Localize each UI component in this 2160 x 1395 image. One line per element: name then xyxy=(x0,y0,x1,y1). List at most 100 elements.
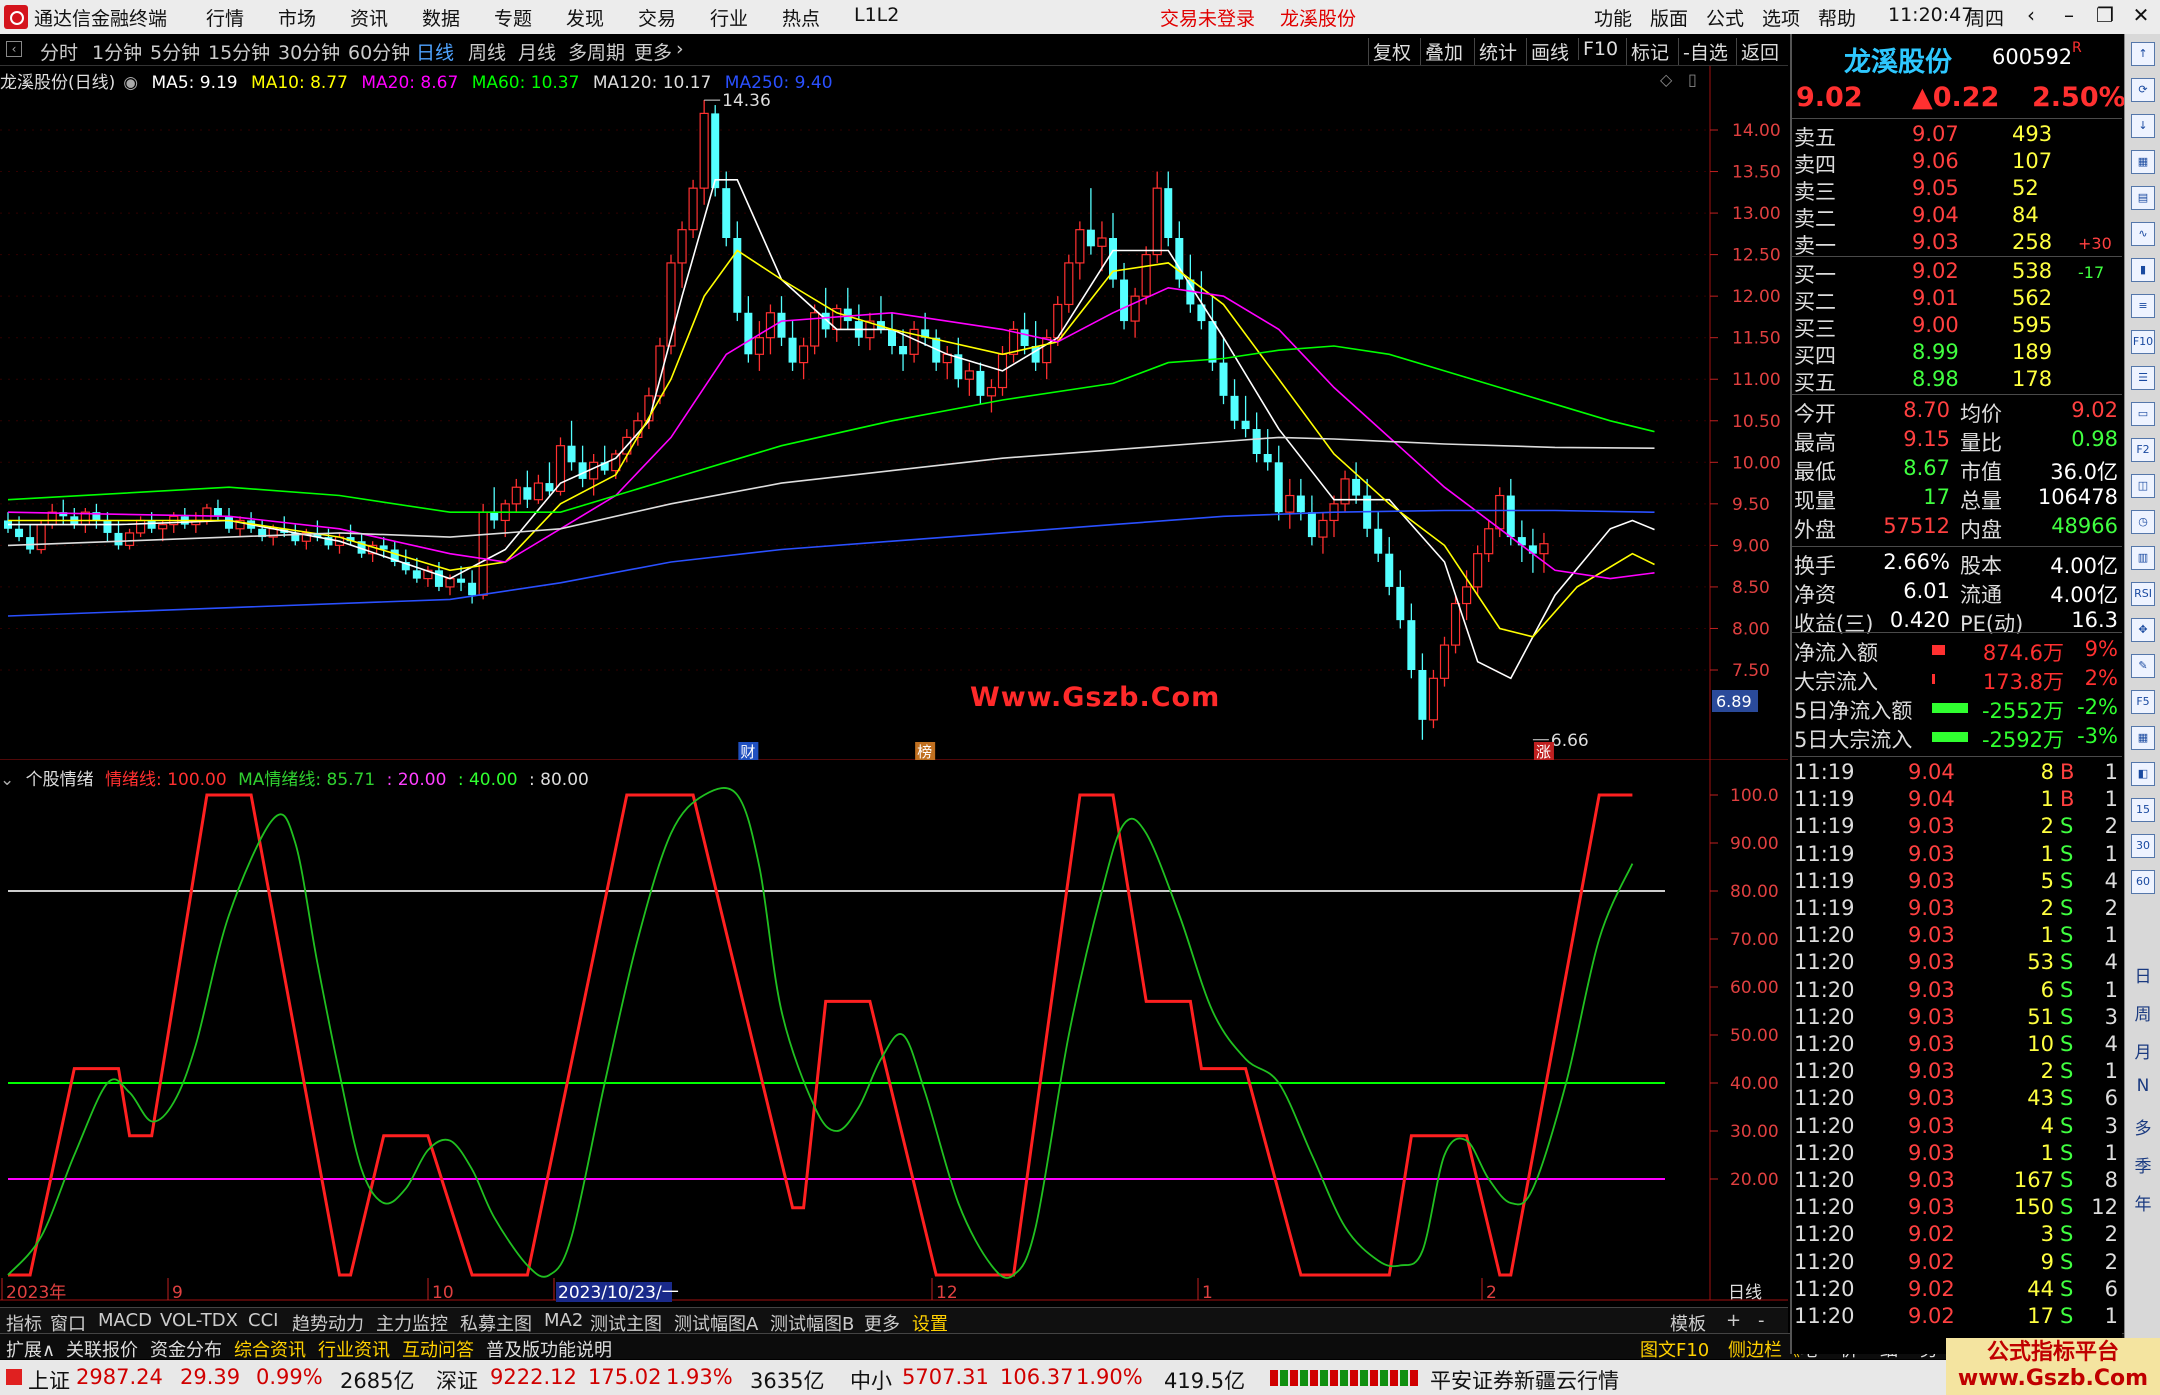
tick-row[interactable]: 11:20 9.03 51 S 3 xyxy=(1792,1005,2122,1032)
tick-row[interactable]: 11:20 9.02 44 S 6 xyxy=(1792,1277,2122,1304)
tool-zixuan[interactable]: -自选 xyxy=(1678,38,1732,65)
period-multi[interactable]: 多周期 xyxy=(568,38,625,65)
remove-window-button[interactable]: - xyxy=(1758,1310,1765,1331)
doc-icon[interactable]: ▭ xyxy=(2131,402,2155,426)
period-60min[interactable]: 60分钟 xyxy=(348,38,410,65)
ask-row[interactable]: 卖二 9.04 84 xyxy=(1792,203,2122,231)
ask-row[interactable]: 卖五 9.07 493 xyxy=(1792,122,2122,150)
F5-icon[interactable]: F5 xyxy=(2131,690,2155,714)
table-icon[interactable]: ▦ xyxy=(2131,150,2155,174)
chart-icon[interactable]: ▤ xyxy=(2131,186,2155,210)
tool-fanhui[interactable]: 返回 xyxy=(1736,38,1783,65)
period-30min[interactable]: 30分钟 xyxy=(278,38,340,65)
tick-row[interactable]: 11:20 9.03 53 S 4 xyxy=(1792,950,2122,977)
stock-header[interactable]: 龙溪股份 600592 R xyxy=(1792,40,2122,78)
up-arrow-icon[interactable]: ↑ xyxy=(2131,42,2155,66)
event-mark[interactable]: 榜 xyxy=(915,742,936,760)
stat-row[interactable]: 换手 2.66% 股本 4.00亿 xyxy=(1792,550,2122,578)
period-fenshi[interactable]: 分时 xyxy=(40,38,78,65)
tool-diejia[interactable]: 叠加 xyxy=(1420,38,1467,65)
clock-icon[interactable]: ◷ xyxy=(2131,510,2155,534)
tick-row[interactable]: 11:20 9.02 17 S 1 xyxy=(1792,1304,2122,1331)
broker-name[interactable]: 平安证券新疆云行情 xyxy=(1430,1365,1619,1395)
collapse-down-icon[interactable]: ⌄ xyxy=(0,770,14,790)
collapse-icon[interactable]: ‹ xyxy=(6,41,22,57)
tick-row[interactable]: 11:20 9.03 150 S 12 xyxy=(1792,1195,2122,1222)
side-period-1[interactable]: 周 xyxy=(2125,1000,2160,1025)
tick-row[interactable]: 11:20 9.03 6 S 1 xyxy=(1792,978,2122,1005)
15-icon[interactable]: 15 xyxy=(2131,798,2155,822)
tick-row[interactable]: 11:19 9.04 1 B 1 xyxy=(1792,787,2122,814)
flow-row[interactable]: 大宗流入 173.8万 2% xyxy=(1792,666,2122,694)
stat-row[interactable]: 外盘 57512 内盘 48966 xyxy=(1792,514,2122,542)
stat-row[interactable]: 最高 9.15 量比 0.98 xyxy=(1792,427,2122,455)
tab-pujiban[interactable]: 普及版功能说明 xyxy=(486,1336,612,1362)
add-window-button[interactable]: + xyxy=(1726,1310,1741,1331)
tick-row[interactable]: 11:20 9.03 1 S 1 xyxy=(1792,923,2122,950)
tick-row[interactable]: 11:20 9.03 10 S 4 xyxy=(1792,1032,2122,1059)
menu-xuanxiang[interactable]: 选项 xyxy=(1762,4,1800,31)
sh-index-label[interactable]: 上证 xyxy=(28,1365,70,1395)
trade-login-status[interactable]: 交易未登录 xyxy=(1160,4,1255,31)
side-period-3[interactable]: N xyxy=(2125,1076,2160,1096)
zx-index-label[interactable]: 中小 xyxy=(850,1365,892,1395)
event-mark[interactable]: 涨 xyxy=(1533,742,1554,760)
tick-row[interactable]: 11:20 9.03 1 S 1 xyxy=(1792,1141,2122,1168)
kline-chart[interactable]: 14.00 13.50 13.00 12.50 12.00 11.50 11.00 10.50… xyxy=(0,66,1788,760)
tab-zijinfenbu[interactable]: 资金分布 xyxy=(150,1336,222,1362)
menu-l1l2[interactable]: L1L2 xyxy=(854,4,899,26)
news-icon[interactable]: ≡ xyxy=(2131,294,2155,318)
tick-row[interactable]: 11:20 9.03 2 S 1 xyxy=(1792,1059,2122,1086)
F10-icon[interactable]: F10 xyxy=(2131,330,2155,354)
bid-row[interactable]: 买四 8.99 189 xyxy=(1792,340,2122,368)
period-daily[interactable]: 日线 xyxy=(416,38,454,65)
close-icon[interactable]: ✕ xyxy=(2124,3,2158,31)
flow-row[interactable]: 5日净流入额 -2552万 -2% xyxy=(1792,695,2122,723)
side-period-2[interactable]: 月 xyxy=(2125,1038,2160,1063)
side-period-5[interactable]: 季 xyxy=(2125,1152,2160,1177)
tick-row[interactable]: 11:19 9.03 2 S 2 xyxy=(1792,814,2122,841)
period-15min[interactable]: 15分钟 xyxy=(208,38,270,65)
price-row[interactable]: 9.02 ▲0.22 2.50% xyxy=(1792,82,2126,113)
bid-row[interactable]: 买二 9.01 562 xyxy=(1792,286,2122,314)
menu-faxian[interactable]: 发现 xyxy=(566,4,604,31)
tab-vol-tdx[interactable]: VOL-TDX xyxy=(160,1310,238,1331)
tick-row[interactable]: 11:19 9.03 5 S 4 xyxy=(1792,869,2122,896)
tool-tongji[interactable]: 统计 xyxy=(1474,38,1521,65)
flow-row[interactable]: 5日大宗流入 -2592万 -3% xyxy=(1792,724,2122,752)
F2-icon[interactable]: F2 xyxy=(2131,438,2155,462)
period-weekly[interactable]: 周线 xyxy=(468,38,506,65)
60-icon[interactable]: 60 xyxy=(2131,870,2155,894)
tick-row[interactable]: 11:20 9.02 9 S 2 xyxy=(1792,1250,2122,1277)
menu-gongshi[interactable]: 公式 xyxy=(1706,4,1744,31)
pause-icon[interactable]: ▯ xyxy=(1688,70,1697,89)
period-1min[interactable]: 1分钟 xyxy=(92,38,142,65)
bid-row[interactable]: 买三 9.00 595 xyxy=(1792,313,2122,341)
list-icon[interactable]: ☰ xyxy=(2131,366,2155,390)
menu-shichang[interactable]: 市场 xyxy=(278,4,316,31)
line-chart-icon[interactable]: ∿ xyxy=(2131,222,2155,246)
ask-row[interactable]: 卖四 9.06 107 xyxy=(1792,149,2122,177)
menu-redian[interactable]: 热点 xyxy=(782,4,820,31)
candle-icon[interactable]: ▮ xyxy=(2131,258,2155,282)
side-period-0[interactable]: 日 xyxy=(2125,962,2160,987)
menu-jiaoyi[interactable]: 交易 xyxy=(638,4,676,31)
flow-row[interactable]: 净流入额 874.6万 9% xyxy=(1792,637,2122,665)
menu-gongneng[interactable]: 功能 xyxy=(1594,4,1632,31)
event-mark[interactable]: 财 xyxy=(738,742,759,760)
tool-huaxian[interactable]: 画线 xyxy=(1526,38,1573,65)
tick-row[interactable]: 11:20 9.03 4 S 3 xyxy=(1792,1114,2122,1141)
stat-row[interactable]: 收益(三) 0.420 PE(动) 16.3 xyxy=(1792,608,2122,636)
bid-row[interactable]: 买一 9.02 538 -17 xyxy=(1792,259,2122,287)
tool-biaoji[interactable]: 标记 xyxy=(1626,38,1673,65)
refresh-icon[interactable]: ⟳ xyxy=(2131,78,2155,102)
settings-dot-icon[interactable]: ◉ xyxy=(123,73,138,93)
menu-zhuanti[interactable]: 专题 xyxy=(494,4,532,31)
tab-macd[interactable]: MACD xyxy=(98,1310,152,1331)
menu-hangqing[interactable]: 行情 xyxy=(206,4,244,31)
menu-bangzhu[interactable]: 帮助 xyxy=(1818,4,1856,31)
RSI-icon[interactable]: RSI xyxy=(2131,582,2155,606)
tab-tuwen-f10[interactable]: 图文F10 xyxy=(1640,1336,1709,1362)
tab-guanlianbaojia[interactable]: 关联报价 xyxy=(66,1336,138,1362)
chevron-right-icon[interactable]: › xyxy=(676,38,684,60)
